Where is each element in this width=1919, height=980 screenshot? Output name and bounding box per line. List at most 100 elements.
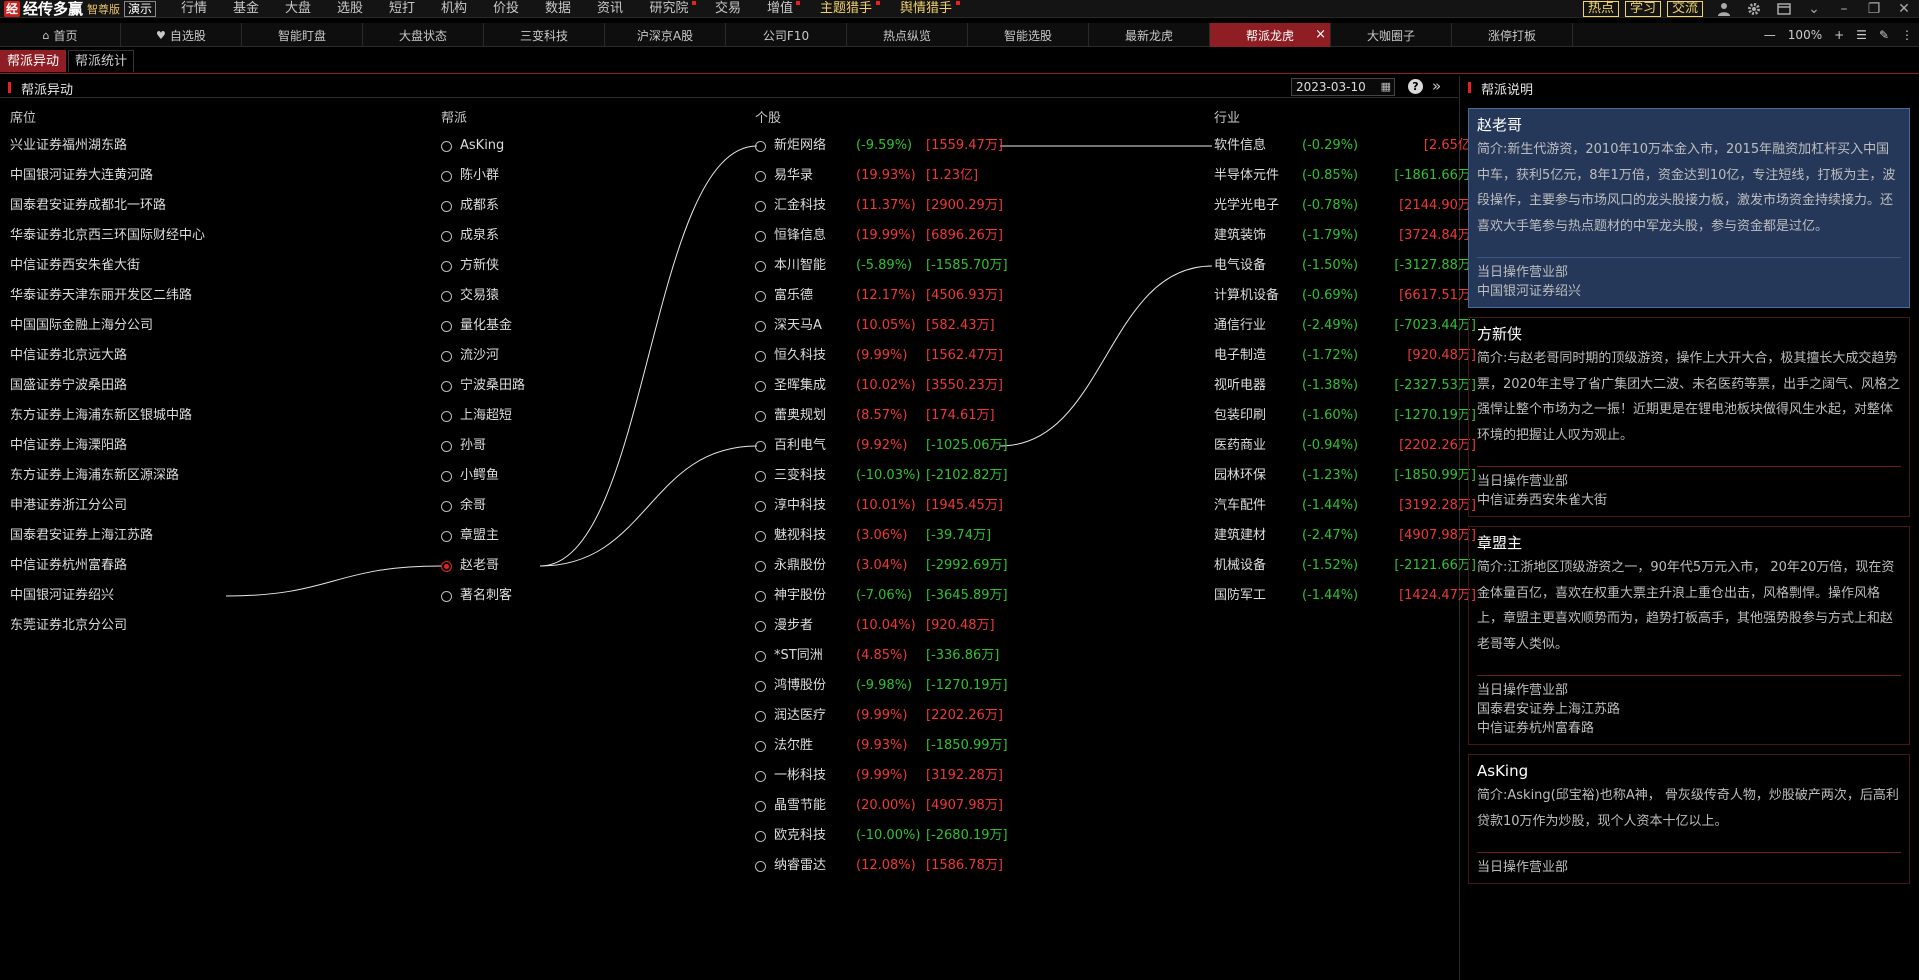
stock-item[interactable]: 神宇股份 (-7.06%) [-3645.89万]: [755, 581, 1016, 611]
stock-radio[interactable]: [755, 380, 766, 392]
stock-item[interactable]: 欧克科技 (-10.00%) [-2680.19万]: [755, 821, 1016, 851]
tab[interactable]: 公司F10: [726, 23, 847, 47]
menu-item[interactable]: 选股: [324, 0, 376, 18]
stock-item[interactable]: 漫步者 (10.04%) [920.48万]: [755, 611, 1016, 641]
gang-radio[interactable]: [441, 590, 452, 602]
gang-item[interactable]: 交易猿: [441, 281, 499, 311]
seat-item[interactable]: 中国银河证券绍兴: [10, 581, 114, 611]
gang-radio[interactable]: [441, 530, 452, 542]
edit-icon[interactable]: ✎: [1879, 28, 1889, 42]
industry-item[interactable]: 通信行业 (-2.49%) [-7023.44万]: [1214, 311, 1476, 341]
stock-radio[interactable]: [755, 620, 766, 632]
more-icon[interactable]: ⋮: [1901, 28, 1913, 42]
stock-item[interactable]: 淳中科技 (10.01%) [1945.45万]: [755, 491, 1016, 521]
gang-item[interactable]: 赵老哥: [441, 551, 499, 581]
gang-item[interactable]: 章盟主: [441, 521, 499, 551]
gang-radio[interactable]: [441, 410, 452, 422]
stock-item[interactable]: 一彬科技 (9.99%) [3192.28万]: [755, 761, 1016, 791]
gang-card[interactable]: 赵老哥 简介:新生代游资，2010年10万本金入市，2015年融资加杠杆买入中国中…: [1468, 108, 1910, 308]
tab[interactable]: 智能选股: [968, 23, 1089, 47]
seat-item[interactable]: 中信证券北京远大路: [10, 341, 127, 371]
stock-item[interactable]: 富乐德 (12.17%) [4506.93万]: [755, 281, 1016, 311]
gear-icon[interactable]: [1739, 0, 1769, 18]
tab[interactable]: 三变科技: [484, 23, 605, 47]
menu-item[interactable]: 数据: [532, 0, 584, 18]
stock-radio[interactable]: [755, 440, 766, 452]
menu-item[interactable]: 增值: [754, 0, 806, 18]
industry-item[interactable]: 园林环保 (-1.23%) [-1850.99万]: [1214, 461, 1476, 491]
seat-item[interactable]: 中国国际金融上海分公司: [10, 311, 153, 341]
tab[interactable]: 沪深京A股: [605, 23, 726, 47]
gang-radio[interactable]: [441, 500, 452, 512]
gang-radio[interactable]: [441, 200, 452, 212]
menu-item[interactable]: 交易: [702, 0, 754, 18]
stock-item[interactable]: 永鼎股份 (3.04%) [-2992.69万]: [755, 551, 1016, 581]
tab[interactable]: 涨停打板: [1452, 23, 1573, 47]
menu-item[interactable]: 大盘: [272, 0, 324, 18]
stock-item[interactable]: 恒锋信息 (19.99%) [6896.26万]: [755, 221, 1016, 251]
restore-icon[interactable]: ❐: [1859, 0, 1889, 18]
subtab-gang-stats[interactable]: 帮派统计: [68, 50, 135, 72]
user-icon[interactable]: [1709, 0, 1739, 18]
stock-radio[interactable]: [755, 680, 766, 692]
tab[interactable]: 大盘状态: [363, 23, 484, 47]
minimize-icon[interactable]: –: [1829, 0, 1859, 18]
help-icon[interactable]: ?: [1408, 79, 1423, 94]
stock-item[interactable]: *ST同洲 (4.85%) [-336.86万]: [755, 641, 1016, 671]
gang-item[interactable]: 方新侠: [441, 251, 499, 281]
menu-item[interactable]: 基金: [220, 0, 272, 18]
stock-item[interactable]: 魅视科技 (3.06%) [-39.74万]: [755, 521, 1016, 551]
industry-item[interactable]: 光学光电子 (-0.78%) [2144.90万]: [1214, 191, 1476, 221]
stock-item[interactable]: 润达医疗 (9.99%) [2202.26万]: [755, 701, 1016, 731]
gang-item[interactable]: 上海超短: [441, 401, 512, 431]
gang-item[interactable]: 流沙河: [441, 341, 499, 371]
list-icon[interactable]: ☰: [1856, 28, 1867, 42]
menu-item[interactable]: 价投: [480, 0, 532, 18]
stock-radio[interactable]: [755, 290, 766, 302]
stock-radio[interactable]: [755, 710, 766, 722]
seat-item[interactable]: 国泰君安证券上海江苏路: [10, 521, 153, 551]
industry-item[interactable]: 建筑装饰 (-1.79%) [3724.84万]: [1214, 221, 1476, 251]
stock-radio[interactable]: [755, 170, 766, 182]
tab[interactable]: 最新龙虎: [1089, 23, 1210, 47]
industry-item[interactable]: 软件信息 (-0.29%) [2.65亿]: [1214, 131, 1476, 161]
gang-item[interactable]: 成泉系: [441, 221, 499, 251]
stock-item[interactable]: 汇金科技 (11.37%) [2900.29万]: [755, 191, 1016, 221]
seat-item[interactable]: 中信证券杭州富春路: [10, 551, 127, 581]
menu-item[interactable]: 行情: [168, 0, 220, 18]
tab[interactable]: 大咖圈子: [1331, 23, 1452, 47]
tab[interactable]: 热点纵览: [847, 23, 968, 47]
stock-radio[interactable]: [755, 590, 766, 602]
calendar-icon[interactable]: ▦: [1381, 79, 1391, 95]
stock-item[interactable]: 三变科技 (-10.03%) [-2102.82万]: [755, 461, 1016, 491]
gang-radio[interactable]: [441, 140, 452, 152]
gang-item[interactable]: 著名刺客: [441, 581, 512, 611]
menu-item[interactable]: 短打: [376, 0, 428, 18]
gang-radio[interactable]: [441, 440, 452, 452]
seat-item[interactable]: 中信证券西安朱雀大街: [10, 251, 140, 281]
stock-radio[interactable]: [755, 410, 766, 422]
stock-radio[interactable]: [755, 140, 766, 152]
industry-item[interactable]: 计算机设备 (-0.69%) [6617.51万]: [1214, 281, 1476, 311]
demo-badge[interactable]: 演示: [124, 0, 157, 17]
tab[interactable]: ♥ 自选股: [121, 23, 242, 47]
learn-button[interactable]: 学习: [1624, 1, 1661, 17]
stock-item[interactable]: 晶雪节能 (20.00%) [4907.98万]: [755, 791, 1016, 821]
stock-radio[interactable]: [755, 320, 766, 332]
stock-radio[interactable]: [755, 350, 766, 362]
menu-item[interactable]: 资讯: [584, 0, 636, 18]
expand-icon[interactable]: »: [1432, 77, 1441, 95]
stock-radio[interactable]: [755, 560, 766, 572]
industry-item[interactable]: 视听电器 (-1.38%) [-2327.53万]: [1214, 371, 1476, 401]
gang-radio[interactable]: [441, 260, 452, 272]
seat-item[interactable]: 东方证券上海浦东新区银城中路: [10, 401, 192, 431]
stock-radio[interactable]: [755, 500, 766, 512]
industry-item[interactable]: 汽车配件 (-1.44%) [3192.28万]: [1214, 491, 1476, 521]
stock-radio[interactable]: [755, 470, 766, 482]
stock-radio[interactable]: [755, 740, 766, 752]
stock-item[interactable]: 易华录 (19.93%) [1.23亿]: [755, 161, 1016, 191]
industry-item[interactable]: 包装印刷 (-1.60%) [-1270.19万]: [1214, 401, 1476, 431]
seat-item[interactable]: 申港证券浙江分公司: [10, 491, 127, 521]
stock-item[interactable]: 新炬网络 (-9.59%) [1559.47万]: [755, 131, 1016, 161]
hot-button[interactable]: 热点: [1582, 1, 1619, 17]
